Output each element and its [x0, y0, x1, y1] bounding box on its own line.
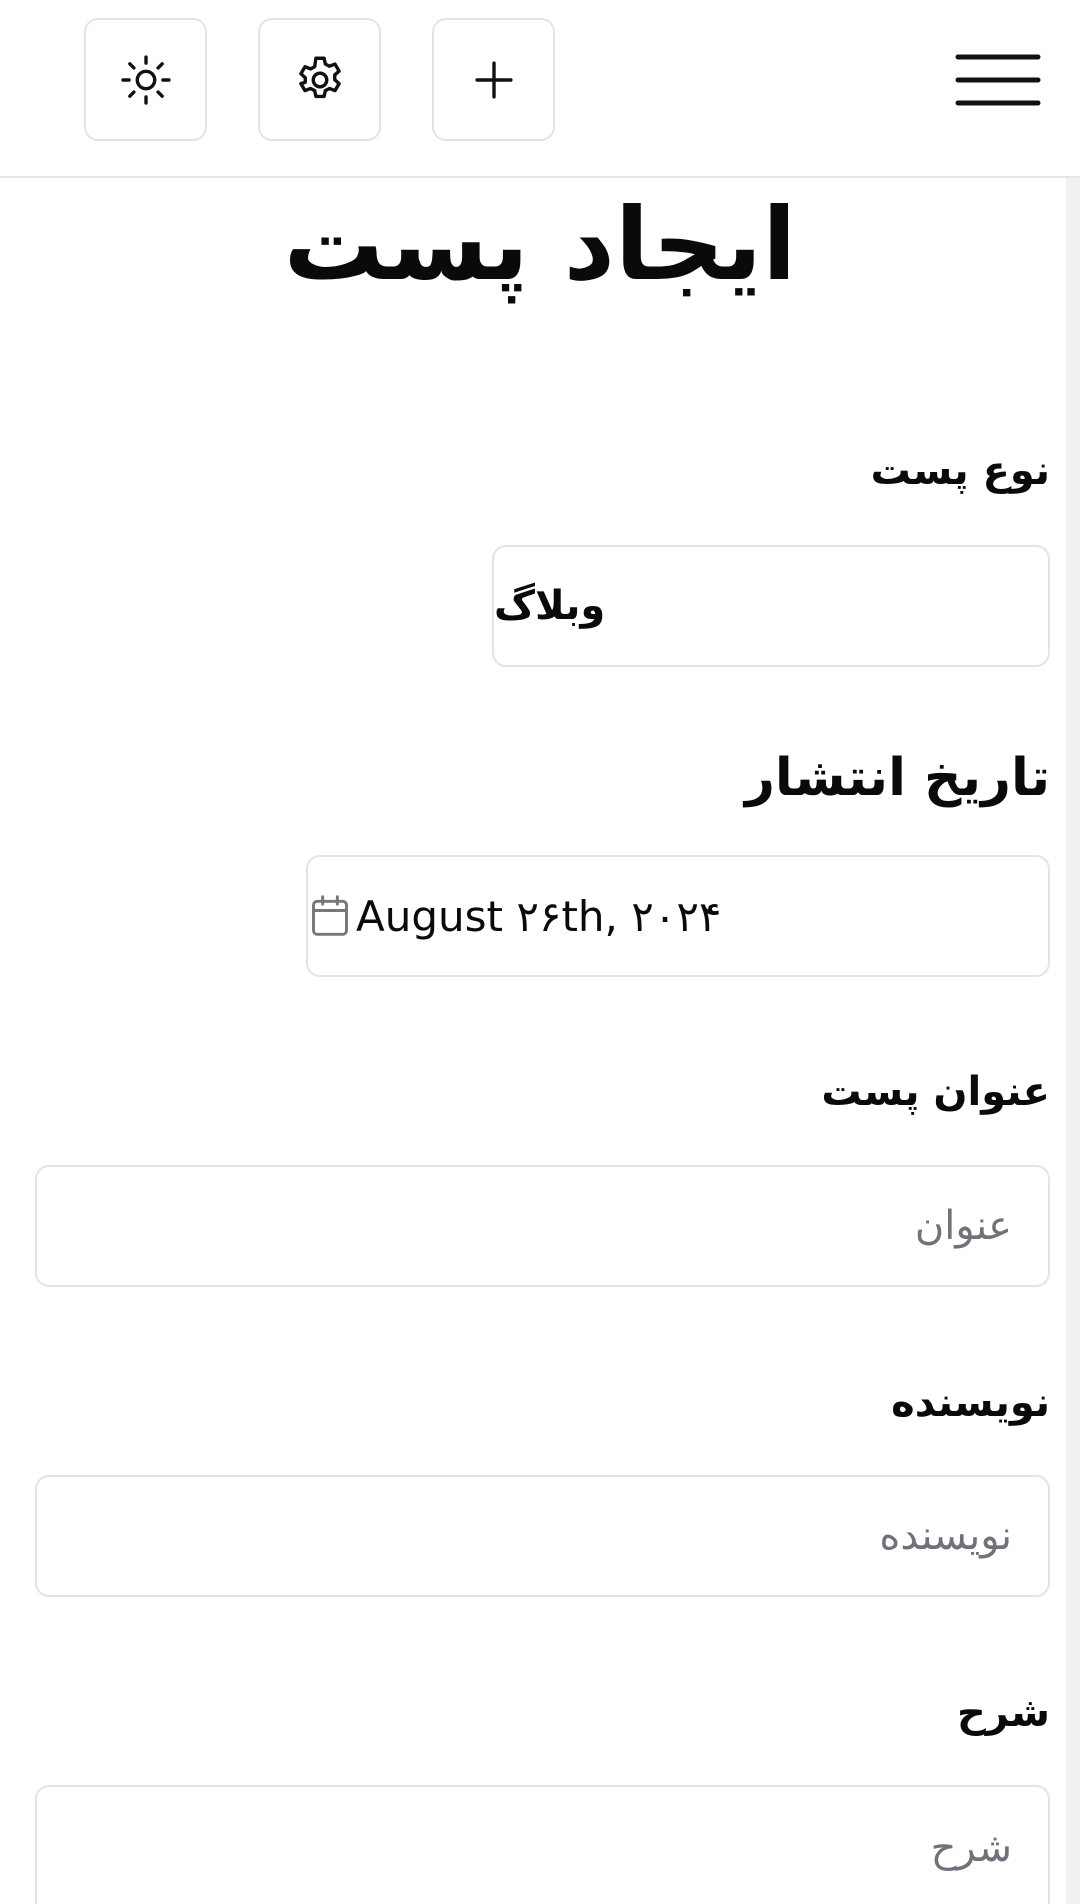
- add-button[interactable]: [432, 18, 555, 141]
- page-title: ایجاد پست: [283, 186, 797, 303]
- post-type-select[interactable]: وبلاگ: [492, 545, 1050, 667]
- post-title-field: [35, 1165, 1050, 1287]
- description-field: [35, 1785, 1050, 1904]
- post-type-label: نوع پست: [870, 448, 1050, 494]
- plus-icon: [474, 60, 513, 99]
- description-label: شرح: [956, 1690, 1050, 1736]
- hamburger-menu-icon: [955, 54, 1041, 106]
- author-label: نویسنده: [891, 1380, 1050, 1426]
- scrollbar-track[interactable]: [1066, 178, 1080, 1904]
- publish-date-picker[interactable]: August ۲۶th, ۲۰۲۴: [306, 855, 1050, 977]
- post-title-input[interactable]: [37, 1167, 1012, 1285]
- top-bar: [0, 0, 1080, 178]
- post-type-value: وبلاگ: [494, 583, 606, 629]
- settings-button[interactable]: [258, 18, 381, 141]
- theme-toggle-button[interactable]: [84, 18, 207, 141]
- sun-icon: [120, 54, 171, 105]
- post-title-label: عنوان پست: [821, 1069, 1050, 1115]
- calendar-icon: [312, 895, 348, 936]
- publish-date-value: August ۲۶th, ۲۰۲۴: [356, 891, 722, 941]
- author-field: [35, 1475, 1050, 1597]
- author-input[interactable]: [37, 1477, 1012, 1595]
- menu-button[interactable]: [950, 40, 1046, 120]
- page: ایجاد پست نوع پست وبلاگ تاریخ انتشار Aug…: [0, 0, 1080, 1904]
- gear-icon: [298, 56, 341, 98]
- publish-date-label: تاریخ انتشار: [744, 748, 1050, 808]
- description-input[interactable]: [37, 1821, 1012, 1875]
